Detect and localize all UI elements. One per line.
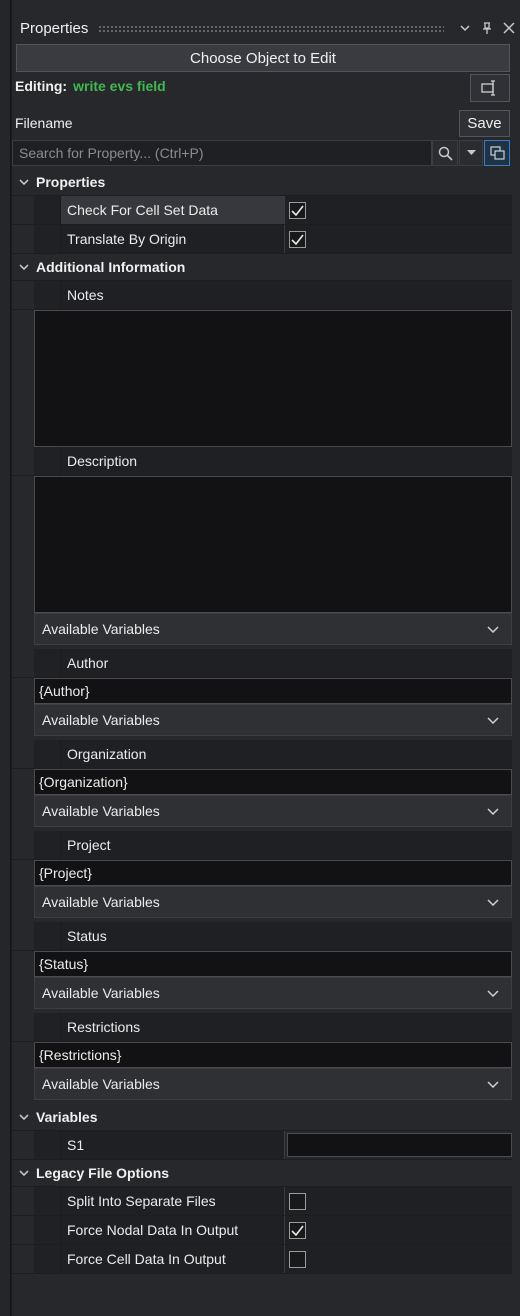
category-label: Legacy File Options: [36, 1165, 170, 1181]
organization-field[interactable]: {Organization}: [34, 769, 512, 795]
search-dropdown-button[interactable]: [459, 140, 483, 166]
chevron-down-icon: [487, 807, 499, 815]
restrictions-field[interactable]: {Restrictions}: [34, 1042, 512, 1068]
save-button[interactable]: Save: [459, 110, 510, 137]
property-row-restrictions: Restrictions: [12, 1013, 512, 1042]
search-options-button[interactable]: [484, 140, 510, 166]
choose-object-button[interactable]: Choose Object to Edit: [16, 44, 510, 72]
property-name: Project: [61, 831, 512, 859]
property-row-s1: S1: [12, 1131, 512, 1160]
chevron-down-icon[interactable]: [12, 1170, 36, 1176]
property-row-force-nodal: Force Nodal Data In Output: [12, 1216, 512, 1245]
close-icon[interactable]: [498, 17, 520, 39]
available-variables-dropdown[interactable]: Available Variables: [34, 1068, 512, 1100]
dropdown-arrow-icon: [466, 150, 476, 155]
property-name: Translate By Origin: [61, 225, 285, 253]
property-name: Split Into Separate Files: [61, 1187, 285, 1215]
panel-title: Properties: [20, 19, 89, 37]
property-row-notes: Notes: [12, 281, 512, 310]
category-properties[interactable]: Properties: [12, 169, 512, 196]
chevron-down-icon: [487, 989, 499, 997]
category-label: Variables: [36, 1109, 98, 1125]
property-row-author: Author: [12, 649, 512, 678]
editing-object-name: write evs field: [73, 78, 166, 94]
s1-value-field[interactable]: [287, 1133, 512, 1157]
description-textarea[interactable]: [34, 476, 512, 613]
select-object-icon: [481, 80, 495, 96]
search-button[interactable]: [432, 140, 458, 166]
checkbox-checked[interactable]: [289, 230, 306, 248]
property-row-project: Project: [12, 831, 512, 860]
property-name: Author: [61, 649, 512, 677]
search-icon: [438, 146, 453, 161]
property-row-description: Description: [12, 447, 512, 476]
checkbox-checked[interactable]: [289, 1221, 306, 1239]
chevron-down-icon[interactable]: [12, 264, 36, 270]
available-variables-dropdown[interactable]: Available Variables: [34, 795, 512, 827]
select-object-button[interactable]: [470, 74, 510, 102]
category-label: Properties: [36, 174, 106, 190]
author-field[interactable]: {Author}: [34, 678, 512, 704]
editing-label: Editing:: [15, 78, 68, 94]
property-name: Description: [61, 447, 512, 475]
filter-options-icon: [489, 146, 505, 160]
checkbox-unchecked[interactable]: [289, 1250, 306, 1268]
available-variables-dropdown[interactable]: Available Variables: [34, 704, 512, 736]
property-name: Force Nodal Data In Output: [61, 1216, 285, 1244]
pin-icon[interactable]: [476, 17, 498, 39]
property-name: Restrictions: [61, 1013, 512, 1041]
available-variables-dropdown[interactable]: Available Variables: [34, 886, 512, 918]
panel-titlebar: Properties: [12, 14, 520, 42]
chevron-down-icon: [487, 716, 499, 724]
property-name: Notes: [61, 281, 512, 309]
checkbox-checked[interactable]: [289, 201, 306, 219]
dropdown-label: Available Variables: [42, 894, 160, 910]
chevron-down-icon[interactable]: [454, 17, 476, 39]
dropdown-label: Available Variables: [42, 803, 160, 819]
chevron-down-icon: [487, 898, 499, 906]
available-variables-dropdown[interactable]: Available Variables: [34, 613, 512, 645]
category-variables[interactable]: Variables: [12, 1104, 512, 1131]
chevron-down-icon[interactable]: [12, 179, 36, 185]
category-legacy-file-options[interactable]: Legacy File Options: [12, 1160, 512, 1187]
property-name: Status: [61, 922, 512, 950]
property-name: Check For Cell Set Data: [61, 196, 285, 224]
notes-textarea[interactable]: [34, 310, 512, 447]
drag-grip[interactable]: [98, 24, 444, 32]
chevron-down-icon: [487, 625, 499, 633]
property-row-status: Status: [12, 922, 512, 951]
property-row-organization: Organization: [12, 740, 512, 769]
category-additional-information[interactable]: Additional Information: [12, 254, 512, 281]
property-row-split-files: Split Into Separate Files: [12, 1187, 512, 1216]
dropdown-label: Available Variables: [42, 985, 160, 1001]
filename-label: Filename: [15, 115, 73, 131]
property-grid: Properties Check For Cell Set Data Trans…: [12, 169, 512, 1274]
status-field[interactable]: {Status}: [34, 951, 512, 977]
available-variables-dropdown[interactable]: Available Variables: [34, 977, 512, 1009]
editing-line: Editing: write evs field: [15, 76, 166, 96]
chevron-down-icon[interactable]: [12, 1114, 36, 1120]
properties-panel: Properties Choose Object to Edit Editing…: [12, 0, 520, 1316]
property-row-translate-origin: Translate By Origin: [12, 225, 512, 254]
dropdown-label: Available Variables: [42, 1076, 160, 1092]
checkbox-unchecked[interactable]: [289, 1192, 306, 1210]
property-row-check-cell-set: Check For Cell Set Data: [12, 196, 512, 225]
property-search-input[interactable]: Search for Property... (Ctrl+P): [12, 140, 432, 166]
dropdown-label: Available Variables: [42, 621, 160, 637]
property-name: Organization: [61, 740, 512, 768]
category-label: Additional Information: [36, 259, 186, 275]
property-name: Force Cell Data In Output: [61, 1245, 285, 1273]
property-row-force-cell: Force Cell Data In Output: [12, 1245, 512, 1274]
chevron-down-icon: [487, 1080, 499, 1088]
dropdown-label: Available Variables: [42, 712, 160, 728]
left-dock-strip: [0, 0, 11, 1316]
project-field[interactable]: {Project}: [34, 860, 512, 886]
property-name: S1: [61, 1131, 285, 1159]
